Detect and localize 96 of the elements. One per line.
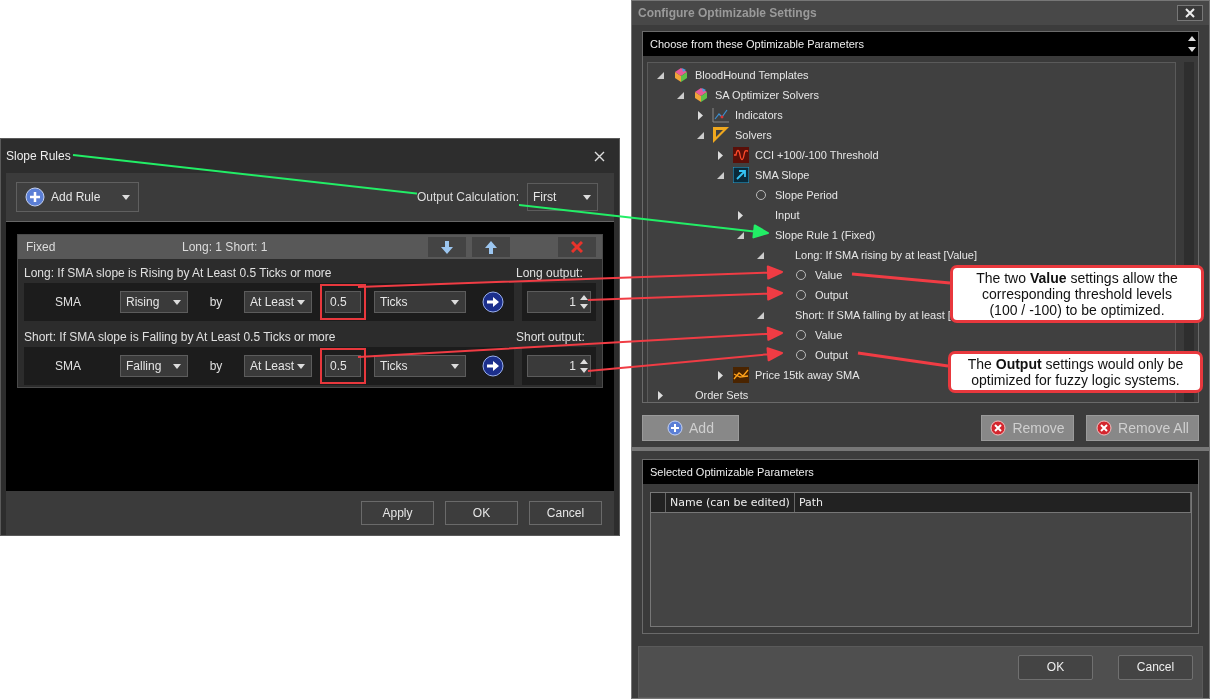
output-label: Short output: <box>516 330 586 344</box>
expanded-triangle-icon[interactable] <box>756 311 764 319</box>
wave-icon <box>733 147 749 163</box>
tree-item[interactable]: Short: If SMA falling by at least [ <box>795 309 951 321</box>
tree-item[interactable]: SA Optimizer Solvers <box>715 89 819 101</box>
callout: The Output settings would only be optimized for fuzzy logic systems. <box>948 351 1203 393</box>
close-icon <box>571 241 583 253</box>
dialog-button[interactable]: OK <box>445 501 518 525</box>
panel-header: Selected Optimizable Parameters <box>650 466 814 478</box>
direction-dropdown[interactable]: Rising <box>120 291 188 313</box>
tree-item[interactable]: Solvers <box>735 129 772 141</box>
close-icon <box>593 150 605 162</box>
close-icon <box>1185 8 1195 18</box>
collapsed-triangle-icon[interactable] <box>657 390 663 400</box>
arrow-down-icon <box>441 240 453 254</box>
unit-dropdown[interactable]: Ticks <box>374 291 466 313</box>
close-button[interactable] <box>1177 5 1203 21</box>
spin-arrows-icon <box>580 358 588 374</box>
dialog-button[interactable]: Cancel <box>529 501 602 525</box>
tree-item[interactable]: CCI +100/-100 Threshold <box>755 149 879 161</box>
move-down-button[interactable] <box>428 237 466 257</box>
tree-item[interactable]: Order Sets <box>695 389 749 401</box>
comparison-dropdown[interactable]: At Least <box>244 291 312 313</box>
rule-sentence: Long: If SMA slope is Rising by At Least 0.5 Ticks or more <box>24 266 332 280</box>
expanded-triangle-icon[interactable] <box>656 71 664 79</box>
add-rule-button[interactable]: Add Rule <box>16 182 139 212</box>
tree-item[interactable]: Output <box>815 289 849 301</box>
spin-arrows-icon <box>580 294 588 310</box>
tree-item[interactable]: Price 15tk away SMA <box>755 369 860 381</box>
remove-circle-icon <box>990 420 1007 436</box>
arrow-up-right-icon <box>733 167 749 183</box>
collapsed-triangle-icon[interactable] <box>717 150 723 160</box>
tree-item[interactable]: Indicators <box>735 109 783 121</box>
output-spinner[interactable]: 1 <box>527 291 591 313</box>
expanded-triangle-icon[interactable] <box>756 251 764 259</box>
expanded-triangle-icon[interactable] <box>716 171 724 179</box>
output-spinner[interactable]: 1 <box>527 355 591 377</box>
callout: The two Value settings allow the corresponding threshold levels (100 / -100) to be optimized. <box>950 265 1204 323</box>
remove-circle-icon <box>1096 420 1113 436</box>
unit-dropdown[interactable]: Ticks <box>374 355 466 377</box>
crossing-lines-icon <box>733 367 749 383</box>
colorful-cube-icon <box>693 87 709 103</box>
tree-item[interactable]: Input <box>775 209 800 221</box>
expanded-triangle-icon[interactable] <box>736 231 744 239</box>
rule-sentence: Short: If SMA slope is Falling by At Least 0.5 Ticks or more <box>24 330 336 344</box>
output-label: Long output: <box>516 266 584 280</box>
line-chart-icon <box>712 107 730 123</box>
tree-item[interactable]: Value <box>815 269 843 281</box>
comparison-dropdown[interactable]: At Least <box>244 355 312 377</box>
caret-icon <box>297 299 305 305</box>
collapsed-triangle-icon[interactable] <box>697 110 703 120</box>
caret-icon <box>173 363 181 369</box>
move-up-button[interactable] <box>472 237 510 257</box>
indicator-label: SMA <box>54 359 82 373</box>
plus-circle-icon <box>25 187 45 207</box>
tree-item[interactable]: SMA Slope <box>755 169 810 181</box>
direction-dropdown[interactable]: Falling <box>120 355 188 377</box>
indicator-label: SMA <box>54 295 82 309</box>
collapsed-triangle-icon[interactable] <box>717 370 723 380</box>
caret-icon <box>583 194 591 200</box>
panel-header: Choose from these Optimizable Parameters <box>650 38 864 50</box>
value-field[interactable]: 0.5 <box>320 284 366 320</box>
value-field[interactable]: 0.5 <box>320 348 366 384</box>
caret-icon <box>173 299 181 305</box>
rule-name: Fixed <box>26 240 57 254</box>
caret-icon <box>297 363 305 369</box>
collapsed-triangle-icon[interactable] <box>737 210 743 220</box>
by-label: by <box>208 295 224 309</box>
window-title: Slope Rules <box>6 149 71 163</box>
by-label: by <box>208 359 224 373</box>
plus-circle-icon <box>667 420 684 436</box>
scroll-arrows-icon[interactable] <box>1188 34 1196 54</box>
caret-icon <box>451 299 459 305</box>
dialog-button[interactable]: OK <box>1018 654 1093 680</box>
caret-icon <box>122 194 130 200</box>
column-header[interactable]: Path <box>794 493 1191 512</box>
arrow-up-icon <box>485 240 497 254</box>
column-header[interactable]: Name (can be edited) <box>666 493 795 512</box>
rule-summary: Long: 1 Short: 1 <box>182 240 269 254</box>
dialog-button[interactable]: Cancel <box>1118 654 1193 680</box>
window-title: Configure Optimizable Settings <box>638 6 817 20</box>
arrow-right-circle-icon[interactable] <box>482 355 504 377</box>
colorful-cube-icon <box>673 67 689 83</box>
caret-icon <box>451 363 459 369</box>
tree-item[interactable]: Slope Rule 1 (Fixed) <box>775 229 876 241</box>
tree-item[interactable]: Slope Period <box>775 189 838 201</box>
arrow-right-circle-icon[interactable] <box>482 291 504 313</box>
tree-item[interactable]: Output <box>815 349 849 361</box>
dialog-button[interactable]: Apply <box>361 501 434 525</box>
output-calculation-dropdown[interactable]: First <box>527 183 598 211</box>
ruler-triangle-icon <box>712 126 730 144</box>
tree-item[interactable]: BloodHound Templates <box>695 69 809 81</box>
tree-item[interactable]: Long: If SMA rising by at least [Value] <box>795 249 977 261</box>
expanded-triangle-icon[interactable] <box>676 91 684 99</box>
tree-item[interactable]: Value <box>815 329 843 341</box>
expanded-triangle-icon[interactable] <box>696 131 704 139</box>
